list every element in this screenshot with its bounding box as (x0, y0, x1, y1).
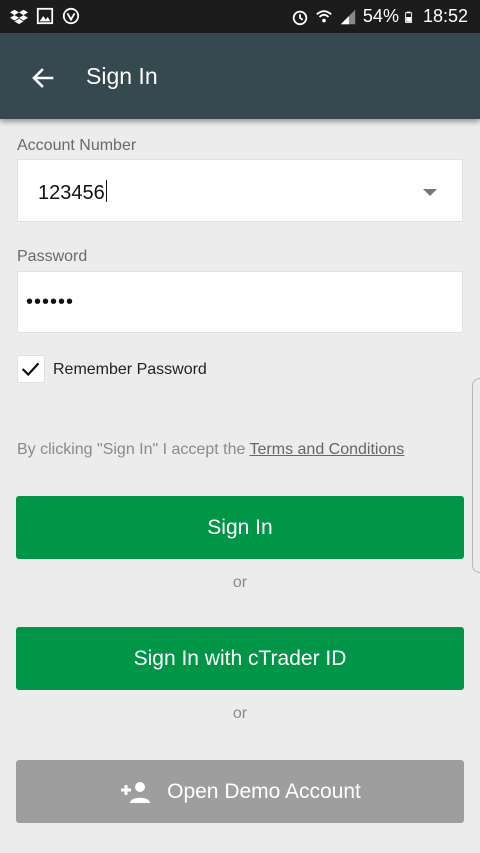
status-right: 54% 18:52 (291, 6, 468, 27)
add-person-icon (121, 781, 151, 803)
text-caret (105, 180, 107, 202)
account-number-value[interactable]: 123456 (38, 180, 107, 205)
sign-in-button-label: Sign In (207, 515, 273, 539)
password-label: Password (17, 248, 88, 265)
sign-in-button[interactable]: Sign In (16, 496, 464, 559)
clock: 18:52 (422, 6, 468, 26)
battery-icon (405, 11, 413, 23)
remember-password-label[interactable]: Remember Password (53, 361, 207, 379)
page-title: Sign In (86, 63, 158, 89)
open-demo-account-label: Open Demo Account (167, 779, 361, 803)
wifi-icon (316, 9, 332, 22)
password-value[interactable]: •••••• (26, 291, 74, 314)
checkmark-icon (21, 362, 40, 377)
open-demo-account-button[interactable]: Open Demo Account (16, 760, 464, 823)
sign-in-ctrader-label: Sign In with cTrader ID (133, 646, 347, 670)
status-bar: 54% 18:52 (0, 0, 480, 33)
or-separator-2: or (232, 705, 248, 722)
terms-prefix: By clicking "Sign In" I accept the (17, 441, 250, 458)
battery-percent: 54% (362, 6, 399, 26)
remember-password-checkbox[interactable] (17, 355, 45, 383)
account-number-field[interactable]: 123456 (17, 159, 463, 222)
dropbox-icon (10, 9, 28, 25)
sign-in-ctrader-button[interactable]: Sign In with cTrader ID (16, 627, 464, 690)
side-panel-handle[interactable] (472, 378, 480, 573)
alarm-icon (292, 10, 308, 25)
account-number-label: Account Number (17, 137, 137, 154)
app-bar: Sign In (0, 33, 480, 119)
back-arrow-icon[interactable] (28, 63, 58, 93)
terms-text: By clicking "Sign In" I accept the Terms… (17, 441, 404, 459)
image-icon (36, 7, 54, 25)
shield-icon (62, 7, 80, 25)
or-separator-1: or (232, 574, 248, 591)
dropdown-arrow-icon[interactable] (423, 189, 437, 196)
status-left-icons (10, 7, 80, 25)
signal-icon (340, 9, 356, 24)
password-field[interactable]: •••••• (17, 271, 463, 333)
terms-link[interactable]: Terms and Conditions (250, 441, 405, 458)
